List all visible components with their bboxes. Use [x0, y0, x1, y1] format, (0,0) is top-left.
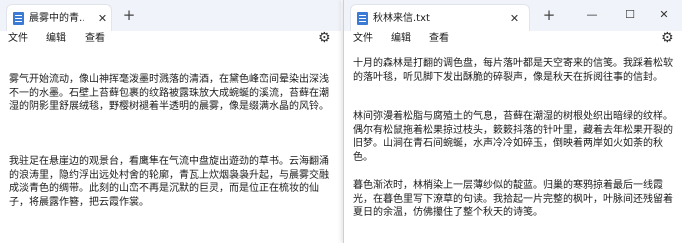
maximize-icon[interactable]: ☐ [611, 0, 649, 30]
paragraph: 暮色渐浓时，林梢染上一层薄纱似的靛蓝。归巢的寒鸦掠着最后一线霞光，在暮色里写下潦… [353, 180, 673, 218]
menu-bar: 文件 编辑 查看 ⚙ [0, 29, 341, 48]
menu-file[interactable]: 文件 [8, 32, 28, 46]
close-icon[interactable]: ✕ [95, 11, 110, 26]
gear-icon[interactable]: ⚙ [318, 29, 331, 47]
notepad-window-left: 晨雾中的青… ✕ + 文件 编辑 查看 ⚙ 雾气开始流动，像山神挥毫泼墨时溅落的… [0, 0, 341, 243]
menu-file[interactable]: 文件 [353, 32, 373, 46]
menu-edit[interactable]: 编辑 [391, 32, 411, 46]
gear-icon[interactable]: ⚙ [661, 29, 674, 47]
title-bar[interactable]: 秋林来信.txt ✕ + — ☐ ✕ [344, 0, 682, 31]
notepad-window-right: 秋林来信.txt ✕ + — ☐ ✕ 文件 编辑 查看 ⚙ 十月的森林是打翻的调… [343, 0, 682, 243]
paragraph: 林间弥漫着松脂与腐殖土的气息，苔藓在潮湿的树根处织出暗绿的纹样。偶尔有松鼠拖着松… [353, 111, 673, 163]
plus-icon[interactable]: + [540, 6, 558, 24]
notepad-icon [357, 12, 368, 25]
document-tab[interactable]: 秋林来信.txt ✕ [350, 4, 530, 31]
menu-view[interactable]: 查看 [429, 32, 449, 46]
close-icon[interactable]: ✕ [507, 11, 522, 26]
tab-title: 秋林来信.txt [373, 13, 430, 24]
menu-edit[interactable]: 编辑 [46, 32, 66, 46]
paragraph: 我驻足在悬崖边的观景台，看鹰隼在气流中盘旋出遊劲的草书。云海翻涌的浪涛里，隐约浮… [9, 156, 329, 208]
close-window-icon[interactable]: ✕ [645, 0, 682, 30]
paragraph: 十月的森林是打翻的调色盘，每片落叶都是天空寄来的信笺。我踩着松软的落叶毯，听见脚… [353, 58, 673, 83]
tab-title: 晨雾中的青… [29, 13, 84, 24]
notepad-icon [13, 12, 24, 25]
menu-bar: 文件 编辑 查看 ⚙ [344, 29, 682, 48]
paragraph: 雾气开始流动，像山神挥毫泼墨时溅落的清酒，在黛色峰峦间晕染出深浅不一的水墨。石壁… [9, 74, 329, 112]
title-bar[interactable]: 晨雾中的青… ✕ + [0, 0, 341, 31]
menu-view[interactable]: 查看 [85, 32, 105, 46]
minimize-icon[interactable]: — [573, 0, 611, 30]
plus-icon[interactable]: + [120, 6, 138, 24]
document-tab[interactable]: 晨雾中的青… ✕ [6, 4, 112, 31]
